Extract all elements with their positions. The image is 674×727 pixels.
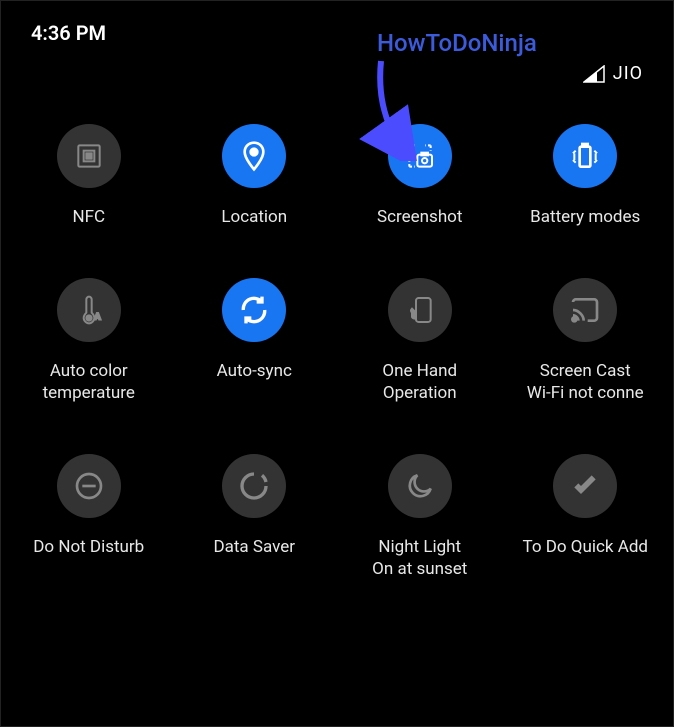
onehand-icon bbox=[388, 278, 452, 342]
tile-label: Auto color temperature bbox=[14, 360, 164, 404]
tile-label: Auto-sync bbox=[217, 360, 292, 382]
datasaver-icon bbox=[222, 454, 286, 518]
tile-battery-modes[interactable]: Battery modes bbox=[508, 124, 664, 228]
tile-label: Do Not Disturb bbox=[33, 536, 144, 558]
tile-screen-cast[interactable]: Screen Cast Wi-Fi not conne bbox=[508, 278, 664, 404]
tile-auto-sync[interactable]: Auto-sync bbox=[177, 278, 333, 404]
svg-text:A: A bbox=[94, 311, 101, 322]
tile-data-saver[interactable]: Data Saver bbox=[177, 454, 333, 580]
tile-label: Screen Cast Wi-Fi not conne bbox=[527, 360, 644, 404]
tile-label: NFC bbox=[72, 206, 105, 228]
thermometer-icon: A bbox=[57, 278, 121, 342]
status-bar: 4:36 PM bbox=[1, 1, 673, 55]
tile-nfc[interactable]: NFC bbox=[11, 124, 167, 228]
tile-todo-quick-add[interactable]: To Do Quick Add bbox=[508, 454, 664, 580]
tile-label: One Hand Operation bbox=[345, 360, 495, 404]
dnd-icon bbox=[57, 454, 121, 518]
annotation-arrow-icon bbox=[326, 51, 426, 161]
annotation-text: HowToDoNinja bbox=[377, 29, 537, 57]
tile-one-hand-operation[interactable]: One Hand Operation bbox=[342, 278, 498, 404]
battery-icon bbox=[553, 124, 617, 188]
tile-label: Screenshot bbox=[377, 206, 462, 228]
todo-icon bbox=[553, 454, 617, 518]
signal-icon bbox=[583, 65, 605, 83]
tile-location[interactable]: Location bbox=[177, 124, 333, 228]
tile-label: Location bbox=[221, 206, 287, 228]
clock-time: 4:36 PM bbox=[31, 21, 106, 45]
tile-label: Data Saver bbox=[213, 536, 295, 558]
location-icon bbox=[222, 124, 286, 188]
carrier-label: JIO bbox=[613, 63, 643, 84]
quick-settings-grid: NFC Location Screenshot bbox=[1, 104, 673, 600]
tile-label: To Do Quick Add bbox=[523, 536, 649, 558]
tile-do-not-disturb[interactable]: Do Not Disturb bbox=[11, 454, 167, 580]
cast-icon bbox=[553, 278, 617, 342]
tile-night-light[interactable]: Night Light On at sunset bbox=[342, 454, 498, 580]
tile-label: Night Light On at sunset bbox=[372, 536, 467, 580]
sync-icon bbox=[222, 278, 286, 342]
tile-auto-color-temperature[interactable]: A Auto color temperature bbox=[11, 278, 167, 404]
nightlight-icon bbox=[388, 454, 452, 518]
nfc-icon bbox=[57, 124, 121, 188]
tile-label: Battery modes bbox=[530, 206, 640, 228]
